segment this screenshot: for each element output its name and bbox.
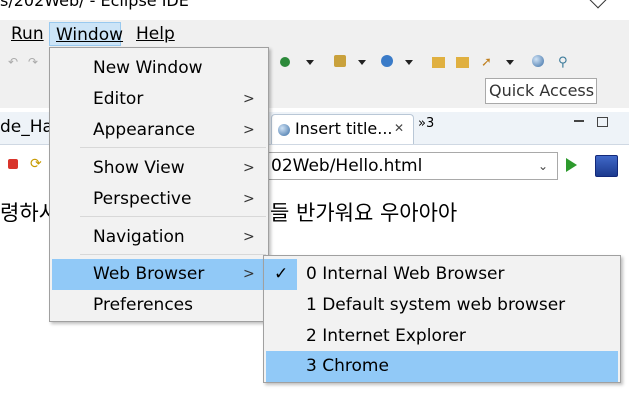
open-folder-icon[interactable] (432, 57, 445, 68)
chevron-right-icon: > (243, 122, 255, 138)
chevron-right-icon: > (243, 266, 255, 282)
minimize-window-icon[interactable] (589, 0, 607, 9)
submenu-item-default-browser[interactable]: 1 Default system web browser (264, 290, 620, 321)
window-menu: New Window Editor > Appearance > Show Vi… (49, 47, 269, 322)
menu-separator (80, 254, 266, 255)
checkmark-icon: ✓ (274, 264, 289, 284)
chevron-right-icon: > (243, 191, 255, 207)
menu-item-navigation[interactable]: Navigation > (50, 222, 268, 253)
menu-item-web-browser[interactable]: Web Browser > (52, 259, 266, 290)
menu-item-preferences[interactable]: Preferences (50, 290, 268, 321)
web-browser-submenu: ✓ 0 Internal Web Browser 1 Default syste… (263, 255, 621, 383)
refresh-icon[interactable]: ⟳ (30, 156, 42, 172)
next-annotation-icon[interactable]: ↷ (28, 55, 42, 69)
launch-icon[interactable]: ➚ (481, 55, 495, 70)
submenu-item-internal-browser[interactable]: ✓ 0 Internal Web Browser (264, 259, 620, 290)
menu-bar: Run Window Help (0, 20, 629, 48)
minimize-view-icon[interactable] (574, 120, 584, 122)
title-bar: s/202Web/ - Eclipse IDE (0, 0, 629, 20)
new-project-icon[interactable] (334, 55, 346, 67)
menu-window[interactable]: Window (49, 22, 123, 46)
new-class-icon[interactable] (381, 55, 393, 67)
tab-insert-title[interactable]: Insert title... ✕ (271, 114, 414, 144)
menu-help[interactable]: Help (132, 22, 179, 46)
globe-icon (278, 124, 290, 136)
prev-annotation-icon[interactable]: ↶ (8, 55, 22, 69)
new-project-dropdown-icon[interactable] (358, 60, 366, 65)
launch-dropdown-icon[interactable] (506, 60, 514, 65)
stop-icon[interactable] (8, 159, 18, 169)
chevron-right-icon: > (243, 160, 255, 176)
menu-separator (80, 216, 266, 217)
menu-separator (80, 147, 266, 148)
tab-overflow-button[interactable]: »3 (418, 116, 434, 131)
quick-access-input[interactable]: Quick Access (485, 78, 597, 104)
chevron-down-icon[interactable]: ⌄ (538, 159, 548, 173)
open-browser-icon[interactable] (595, 155, 618, 177)
run-dropdown-icon[interactable] (306, 60, 314, 65)
submenu-item-internet-explorer[interactable]: 2 Internet Explorer (264, 321, 620, 352)
menu-item-editor[interactable]: Editor > (50, 84, 268, 115)
search-toolbar-icon[interactable]: ⚲ (558, 55, 572, 70)
menu-item-new-window[interactable]: New Window (50, 53, 268, 84)
globe-icon[interactable] (532, 55, 544, 67)
url-input[interactable]: 02Web/Hello.html (264, 152, 558, 180)
close-icon[interactable]: ✕ (394, 121, 404, 135)
chevron-right-icon: > (243, 229, 255, 245)
new-class-dropdown-icon[interactable] (405, 60, 413, 65)
chevron-right-icon: > (243, 91, 255, 107)
window-title: s/202Web/ - Eclipse IDE (0, 0, 189, 10)
run-icon[interactable] (280, 57, 290, 67)
menu-item-perspective[interactable]: Perspective > (50, 184, 268, 215)
open-type-icon[interactable] (456, 57, 469, 68)
page-text-right: 들 반가워요 우아아아 (270, 201, 458, 225)
tab-label: Insert title... (295, 119, 393, 138)
tab-partial[interactable]: de_Ha (0, 117, 53, 137)
maximize-view-icon[interactable] (597, 117, 608, 127)
menu-run[interactable]: Run (7, 22, 48, 46)
menu-item-show-view[interactable]: Show View > (50, 153, 268, 184)
go-icon[interactable] (566, 158, 577, 172)
submenu-item-chrome[interactable]: 3 Chrome (266, 351, 618, 382)
menu-item-appearance[interactable]: Appearance > (50, 115, 268, 146)
